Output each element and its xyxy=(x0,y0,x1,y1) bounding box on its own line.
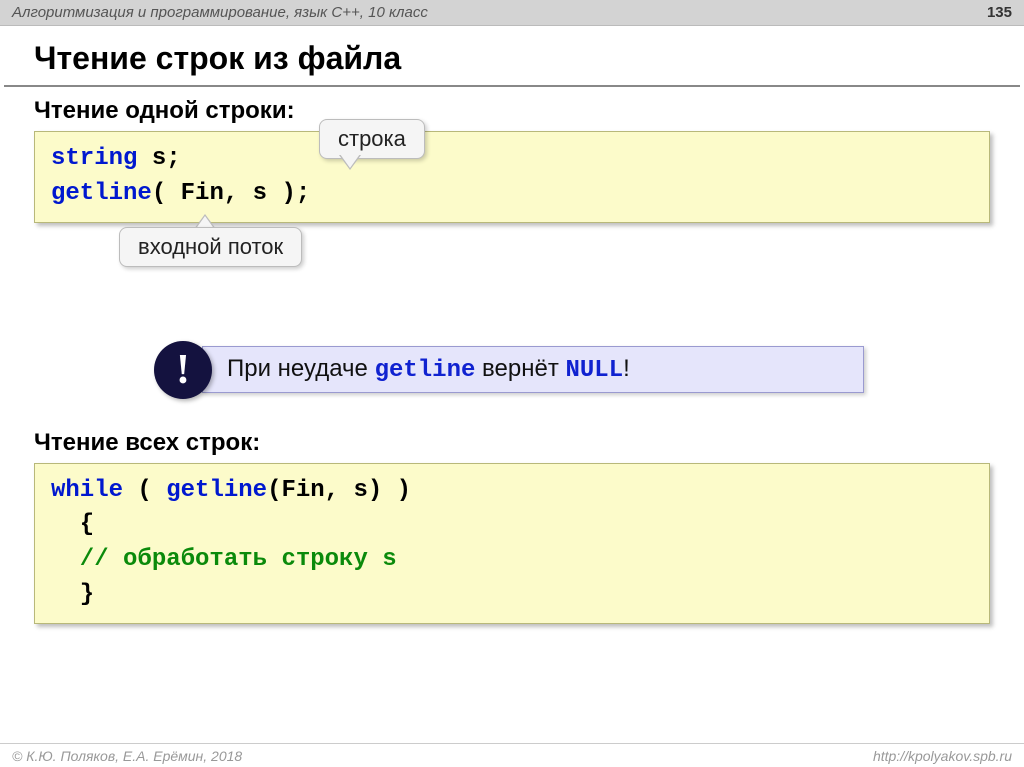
divider xyxy=(4,85,1020,87)
code-line: while ( getline(Fin, s) ) xyxy=(51,474,973,509)
page-title: Чтение строк из файла xyxy=(0,26,1024,85)
code-block-2: while ( getline(Fin, s) ) { // обработат… xyxy=(34,463,990,624)
section2-heading: Чтение всех строк: xyxy=(34,429,990,457)
page-number: 135 xyxy=(987,4,1012,21)
callout-string: строка xyxy=(319,119,425,159)
footer-url: http://kpolyakov.spb.ru xyxy=(873,748,1012,764)
callout-tail xyxy=(340,154,360,168)
footer-copyright: © К.Ю. Поляков, Е.А. Ерёмин, 2018 xyxy=(12,748,242,764)
code-line: // обработать строку s xyxy=(51,543,973,578)
breadcrumb: Алгоритмизация и программирование, язык … xyxy=(12,4,428,21)
header-bar: Алгоритмизация и программирование, язык … xyxy=(0,0,1024,26)
footer-bar: © К.Ю. Поляков, Е.А. Ерёмин, 2018 http:/… xyxy=(0,743,1024,767)
note-bar: ! При неудаче getline вернёт NULL! xyxy=(154,341,864,399)
section1-heading: Чтение одной строки: xyxy=(34,97,990,125)
code-line: getline( Fin, s ); xyxy=(51,177,973,212)
note-text: При неудаче getline вернёт NULL! xyxy=(202,346,864,393)
code-line: { xyxy=(51,508,973,543)
code-line: } xyxy=(51,578,973,613)
code-block-1: string s; getline( Fin, s ); xyxy=(34,131,990,223)
callout-input-stream: входной поток xyxy=(119,227,302,267)
code-line: string s; xyxy=(51,142,973,177)
exclamation-icon: ! xyxy=(154,341,212,399)
